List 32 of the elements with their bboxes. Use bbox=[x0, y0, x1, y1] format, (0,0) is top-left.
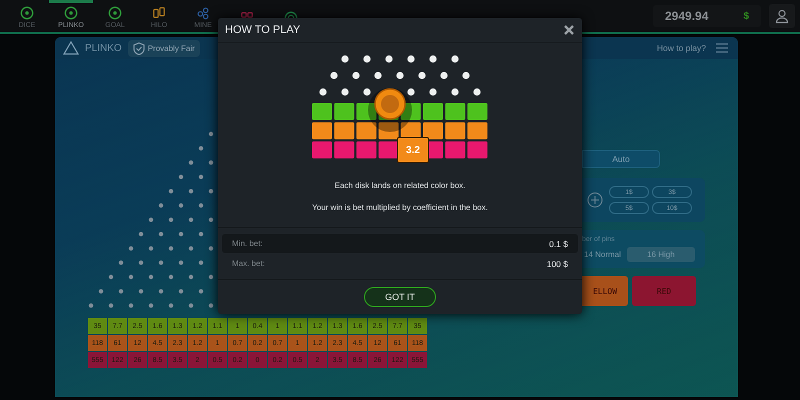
coefficient-label: 3.2 bbox=[397, 137, 429, 163]
menu-icon[interactable] bbox=[716, 43, 728, 53]
game-icon bbox=[64, 6, 78, 20]
pins-option[interactable]: 16 High bbox=[626, 247, 695, 262]
currency-symbol: $ bbox=[743, 10, 749, 22]
limit-value: 100 $ bbox=[546, 258, 568, 268]
balance-amount: 2949.94 bbox=[665, 9, 708, 23]
got-it-button[interactable]: GOT IT bbox=[364, 287, 436, 307]
limit-value: 0.1 $ bbox=[549, 238, 568, 248]
game-icon bbox=[20, 6, 34, 20]
limit-label: Min. bet: bbox=[232, 239, 263, 248]
dialog-title: HOW TO PLAY bbox=[225, 24, 300, 36]
game-icon bbox=[196, 6, 210, 20]
auto-tab[interactable]: Auto bbox=[582, 150, 660, 168]
triangle-icon bbox=[63, 41, 79, 55]
game-title: PLINKO bbox=[85, 42, 122, 54]
limit-label: Max. bet: bbox=[232, 259, 265, 268]
game-icon bbox=[108, 6, 122, 20]
instruction-text: Each disk lands on related color box. bbox=[334, 181, 466, 190]
close-icon[interactable] bbox=[564, 25, 574, 35]
pins-option[interactable]: 14 Normal bbox=[582, 247, 623, 262]
provably-fair-badge[interactable]: Provably Fair bbox=[128, 40, 200, 56]
badge-text: Provably Fair bbox=[148, 44, 195, 52]
color-button[interactable]: ELLOW bbox=[582, 276, 628, 306]
shield-icon bbox=[132, 42, 145, 54]
user-button[interactable] bbox=[769, 4, 795, 28]
instruction-text: Your win is bet multiplied by coefficient in the box. bbox=[311, 203, 489, 212]
game-icon bbox=[152, 6, 166, 20]
plus-icon[interactable] bbox=[587, 192, 603, 208]
user-icon bbox=[774, 8, 790, 24]
how-to-play-link[interactable]: How to play? bbox=[656, 43, 706, 53]
color-button[interactable]: RED bbox=[632, 276, 696, 306]
